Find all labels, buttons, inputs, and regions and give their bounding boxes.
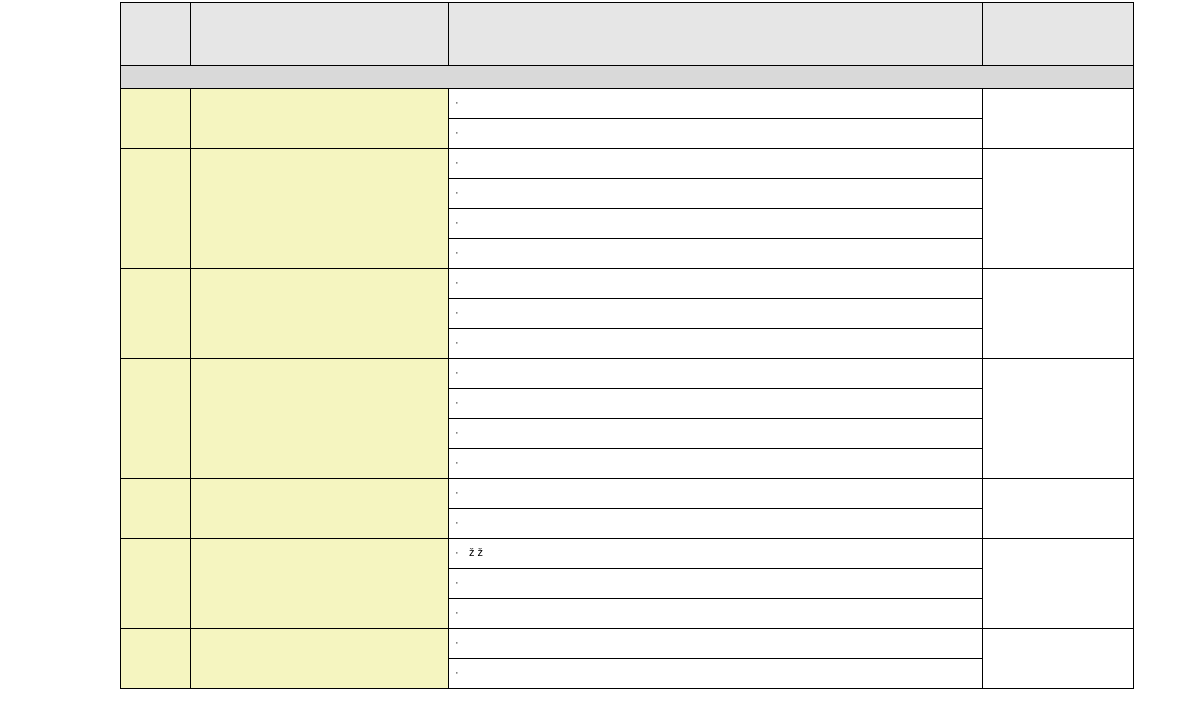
group-code-cell (121, 629, 191, 689)
item-description: · (449, 89, 983, 119)
item-description: · (449, 239, 983, 269)
group-code-cell (121, 539, 191, 629)
bullet-dot: · (455, 398, 469, 409)
item-description: · (449, 119, 983, 149)
bullet-dot: · (455, 338, 469, 349)
bullet-dot: · (455, 278, 469, 289)
item-description: · (449, 509, 983, 539)
bullet-dot: · (455, 458, 469, 469)
bullet-dot: · (455, 218, 469, 229)
item-description: · (449, 389, 983, 419)
item-description: · (449, 179, 983, 209)
item-description: · (449, 569, 983, 599)
bullet-dot: · (455, 488, 469, 499)
item-description: · (449, 149, 983, 179)
section-row (121, 66, 1134, 89)
bullet-dot: · (455, 368, 469, 379)
group-code-cell (121, 149, 191, 269)
item-description: · (449, 209, 983, 239)
item-description: · (449, 479, 983, 509)
group-right-cell (983, 629, 1134, 689)
bullet-dot: · (455, 578, 469, 589)
group-label-cell (191, 149, 449, 269)
item-text: ž ž (469, 547, 483, 559)
item-description: · (449, 629, 983, 659)
table-row: · (121, 89, 1134, 119)
item-description: ·ž ž (449, 539, 983, 569)
bullet-dot: · (455, 128, 469, 139)
header-cell-2 (191, 3, 449, 66)
group-code-cell (121, 359, 191, 479)
group-right-cell (983, 149, 1134, 269)
bullet-dot: · (455, 608, 469, 619)
bullet-dot: · (455, 638, 469, 649)
item-description: · (449, 329, 983, 359)
group-label-cell (191, 539, 449, 629)
item-description: · (449, 299, 983, 329)
item-description: · (449, 599, 983, 629)
group-label-cell (191, 89, 449, 149)
table-row: · (121, 149, 1134, 179)
item-description: · (449, 269, 983, 299)
item-description: · (449, 659, 983, 689)
header-cell-1 (121, 3, 191, 66)
group-label-cell (191, 479, 449, 539)
table-row: · (121, 269, 1134, 299)
group-right-cell (983, 539, 1134, 629)
table-row: · (121, 479, 1134, 509)
table-row: · (121, 629, 1134, 659)
bullet-dot: · (455, 188, 469, 199)
item-description: · (449, 359, 983, 389)
group-right-cell (983, 269, 1134, 359)
table-row: · (121, 359, 1134, 389)
group-code-cell (121, 479, 191, 539)
header-cell-4 (983, 3, 1134, 66)
bullet-dot: · (455, 248, 469, 259)
section-label (121, 66, 1134, 89)
item-description: · (449, 419, 983, 449)
bullet-dot: · (455, 98, 469, 109)
group-right-cell (983, 359, 1134, 479)
bullet-dot: · (455, 308, 469, 319)
group-label-cell (191, 269, 449, 359)
bullet-dot: · (455, 518, 469, 529)
table-row: ·ž ž (121, 539, 1134, 569)
group-right-cell (983, 89, 1134, 149)
group-right-cell (983, 479, 1134, 539)
content-table: ················ž ž···· (120, 2, 1134, 689)
header-cell-3 (449, 3, 983, 66)
item-description: · (449, 449, 983, 479)
group-label-cell (191, 359, 449, 479)
group-code-cell (121, 89, 191, 149)
table-header-row (121, 3, 1134, 66)
bullet-dot: · (455, 668, 469, 679)
group-label-cell (191, 629, 449, 689)
bullet-dot: · (455, 548, 469, 559)
bullet-dot: · (455, 158, 469, 169)
bullet-dot: · (455, 428, 469, 439)
group-code-cell (121, 269, 191, 359)
